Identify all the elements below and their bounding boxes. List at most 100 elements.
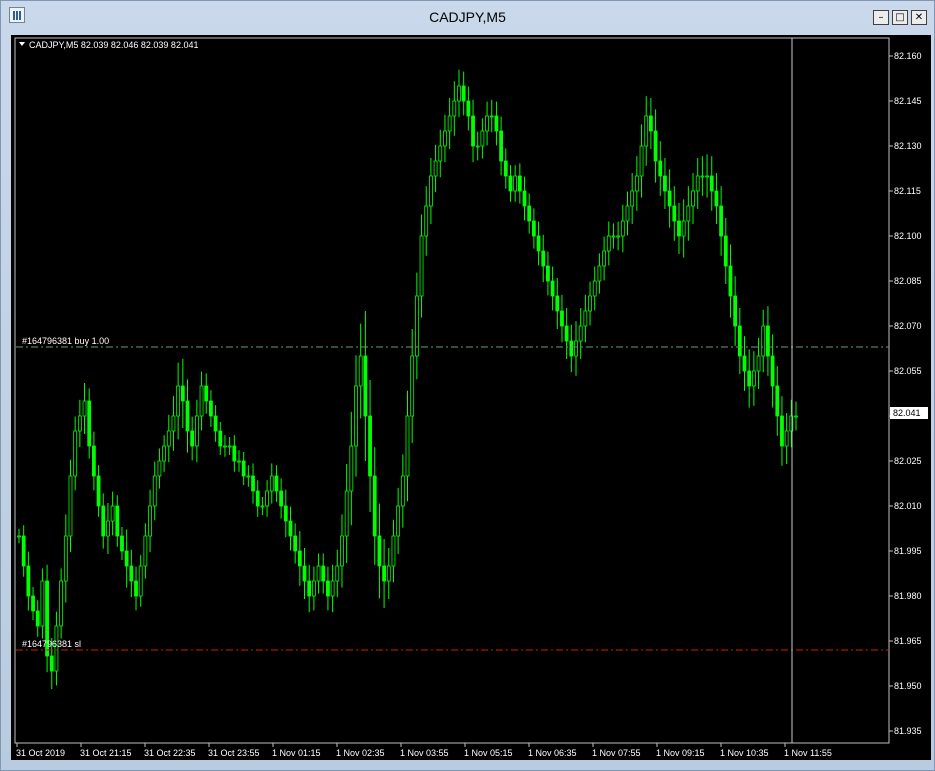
candle-body — [190, 430, 195, 447]
candle-body — [602, 250, 606, 267]
candle-body — [536, 235, 541, 252]
window-title: CADJPY,M5 — [429, 9, 506, 25]
candle-body — [695, 175, 700, 192]
candle-body — [564, 325, 569, 342]
candle-body — [677, 220, 681, 237]
candle-body — [21, 535, 26, 567]
candle-body — [171, 415, 176, 432]
candle-body — [503, 160, 508, 177]
candle-body — [429, 175, 433, 207]
price-tag-value: 82.041 — [893, 408, 921, 418]
candle-body — [31, 595, 35, 612]
candle-body — [653, 130, 658, 162]
candle-body — [625, 205, 630, 222]
candle-body — [574, 340, 578, 357]
candle-body — [438, 145, 443, 162]
time-axis-label: 31 Oct 22:35 — [144, 748, 196, 758]
price-axis-label: 81.995 — [894, 546, 922, 556]
candle-body — [162, 445, 167, 462]
candle-body — [522, 190, 527, 207]
candle-body — [560, 310, 564, 327]
minimize-button[interactable]: – — [873, 10, 889, 25]
time-axis-label: 31 Oct 23:55 — [208, 748, 260, 758]
candle-body — [494, 115, 499, 132]
candle-body — [424, 205, 429, 237]
candle-body — [180, 385, 185, 402]
price-axis: 82.160 82.145 82.130 82.115 82.100 82.085 82.0… — [889, 51, 922, 736]
candle-body — [597, 265, 602, 282]
candle-body — [592, 280, 597, 297]
candle-body — [714, 190, 719, 207]
candle-body — [723, 235, 728, 267]
candle-body — [227, 445, 232, 448]
price-axis-label: 82.070 — [894, 321, 922, 331]
candle-body — [658, 160, 663, 177]
chart-area[interactable]: #164796381 buy 1.00 #164796381 sl CADJPY… — [11, 35, 931, 760]
price-axis-label: 82.130 — [894, 141, 922, 151]
candle-body — [475, 145, 480, 148]
candle-body — [457, 85, 461, 102]
price-axis-label: 82.010 — [894, 501, 922, 511]
candle-body — [297, 550, 302, 567]
candle-body — [672, 205, 677, 222]
candle-body — [663, 175, 667, 192]
candle-body — [223, 445, 227, 448]
candle-body — [372, 475, 377, 537]
price-chart[interactable]: #164796381 buy 1.00 #164796381 sl CADJPY… — [11, 35, 931, 760]
candle-body — [288, 520, 293, 537]
candle-body — [204, 385, 209, 402]
candle-body — [218, 430, 223, 447]
candle-body — [148, 505, 152, 537]
candle-body — [129, 565, 134, 582]
close-button[interactable]: ✕ — [911, 10, 927, 25]
title-bar[interactable]: CADJPY,M5 – □ ✕ — [1, 1, 934, 31]
candle-body — [508, 175, 513, 192]
candle-body — [209, 400, 213, 417]
candle-body — [194, 415, 199, 447]
candle-body — [293, 535, 298, 552]
candle-body — [686, 205, 691, 222]
candle-body — [410, 355, 415, 417]
candle-body — [396, 505, 401, 537]
candle-body — [311, 580, 316, 597]
candle-body — [733, 295, 738, 327]
candle-body — [546, 265, 550, 282]
candle-body — [489, 115, 494, 118]
candle-body — [120, 535, 124, 552]
maximize-button[interactable]: □ — [892, 10, 908, 25]
close-icon: ✕ — [914, 12, 924, 23]
candle-body — [124, 550, 129, 567]
time-axis-label: 1 Nov 02:35 — [336, 748, 385, 758]
candle-body — [405, 415, 410, 477]
time-axis-label: 1 Nov 06:35 — [528, 748, 577, 758]
candle-body — [419, 235, 424, 297]
candle-body — [354, 385, 358, 447]
candle-body — [49, 655, 54, 672]
candle-body — [82, 400, 87, 417]
time-axis-label: 1 Nov 05:15 — [464, 748, 513, 758]
candle-body — [681, 220, 686, 237]
price-axis-label: 82.100 — [894, 231, 922, 241]
candle-body — [335, 565, 340, 582]
candles — [17, 69, 798, 689]
candle-body — [115, 505, 120, 537]
candle-body — [461, 85, 466, 102]
candle-body — [106, 520, 110, 537]
candle-body — [279, 490, 284, 507]
candle-body — [63, 535, 68, 582]
candle-body — [274, 475, 279, 492]
candle-body — [705, 175, 709, 178]
price-axis-label: 81.950 — [894, 681, 922, 691]
candle-body — [756, 355, 761, 372]
candle-body — [237, 460, 241, 463]
candle-body — [433, 160, 438, 177]
candle-body — [784, 430, 789, 447]
candle-body — [527, 205, 532, 222]
candle-body — [166, 430, 171, 447]
candle-body — [620, 220, 625, 237]
dropdown-triangle-icon[interactable] — [19, 42, 25, 46]
candle-body — [377, 535, 382, 567]
candle-body — [775, 385, 780, 417]
candle-body — [611, 235, 616, 238]
candle-body — [742, 355, 747, 372]
